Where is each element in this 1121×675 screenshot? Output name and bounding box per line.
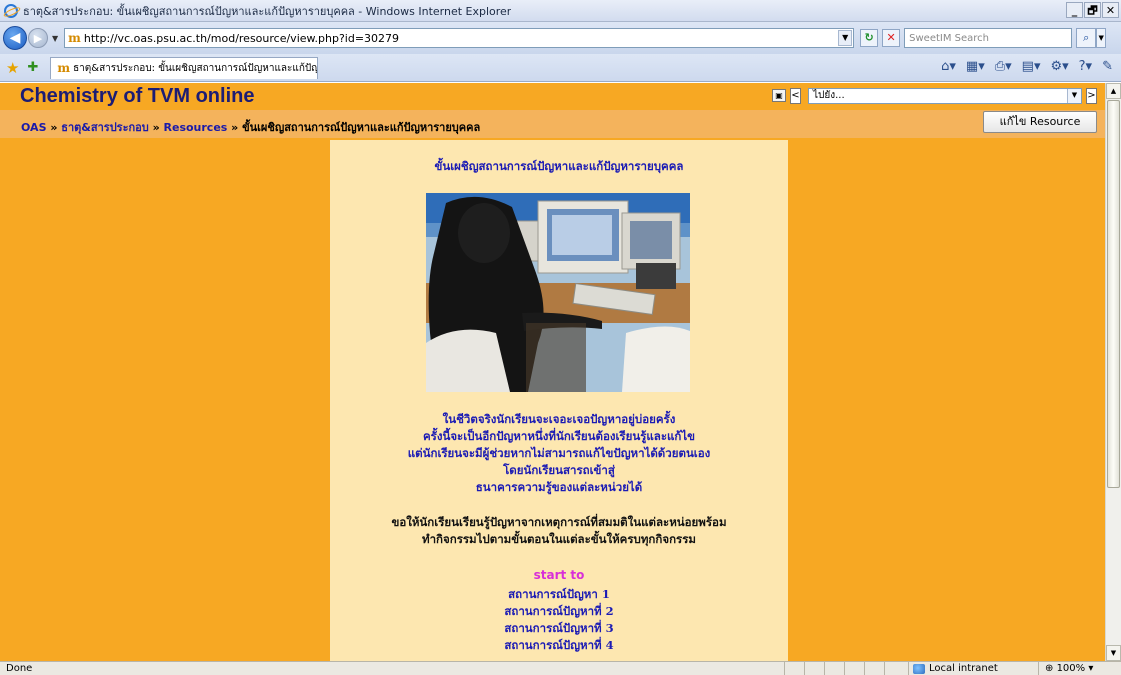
jump-to-select[interactable]: ไปยัง... ▼ bbox=[808, 88, 1082, 104]
print-icon[interactable]: ⎙▾ bbox=[995, 59, 1012, 74]
close-button[interactable]: ✕ bbox=[1102, 2, 1119, 18]
resource-icon: ▣ bbox=[772, 89, 786, 102]
jump-to-value: ไปยัง... bbox=[813, 90, 845, 101]
breadcrumb-course[interactable]: ธาตุ&สารประกอบ bbox=[61, 121, 148, 134]
start-label: start to bbox=[533, 568, 585, 582]
ie-logo-icon bbox=[4, 3, 18, 18]
breadcrumb-current: ขั้นเผชิญสถานการณ์ปัญหาและแก้ปัญหารายบุค… bbox=[242, 121, 481, 134]
tab-current[interactable]: m ธาตุ&สารประกอบ: ขั้นเผชิญสถานการณ์ปัญห… bbox=[50, 56, 319, 79]
vertical-scrollbar[interactable]: ▲ ▼ bbox=[1105, 83, 1121, 661]
restore-button[interactable]: 🗗 bbox=[1084, 2, 1101, 18]
status-bar: Done Local intranet ⊕ 100% ▾ bbox=[0, 661, 1121, 675]
edit-resource-button[interactable]: แก้ไข Resource bbox=[983, 111, 1097, 133]
window-title: ธาตุ&สารประกอบ: ขั้นเผชิญสถานการณ์ปัญหาแ… bbox=[23, 4, 512, 18]
content-panel: ขั้นเผชิญสถานการณ์ปัญหาและแก้ปัญหารายบุค… bbox=[330, 140, 788, 661]
scroll-down-button[interactable]: ▼ bbox=[1106, 645, 1121, 661]
forward-button[interactable]: ▶ bbox=[28, 28, 48, 48]
site-title: Chemistry of TVM online bbox=[20, 85, 255, 107]
page-heading: ขั้นเผชิญสถานการณ์ปัญหาและแก้ปัญหารายบุค… bbox=[434, 159, 684, 173]
address-bar[interactable]: m http://vc.oas.psu.ac.th/mod/resource/v… bbox=[64, 28, 855, 48]
search-options-dropdown-icon[interactable]: ▼ bbox=[1096, 28, 1107, 48]
status-text: Done bbox=[6, 663, 33, 674]
breadcrumb-oas[interactable]: OAS bbox=[21, 121, 47, 134]
student-computer-photo bbox=[426, 193, 690, 392]
search-placeholder: SweetIM Search bbox=[909, 32, 990, 44]
scroll-up-button[interactable]: ▲ bbox=[1106, 83, 1121, 99]
address-dropdown-icon[interactable]: ▼ bbox=[838, 30, 853, 46]
jump-next-button[interactable]: > bbox=[1086, 88, 1097, 104]
help-icon[interactable]: ?▾ bbox=[1079, 59, 1092, 74]
intro-text: ในชีวิตจริงนักเรียนจะเจอะเจอปัญหาอยู่บ่อ… bbox=[407, 412, 711, 494]
zoom-dropdown-icon[interactable]: ▾ bbox=[1085, 663, 1093, 674]
search-button[interactable]: ⌕ bbox=[1076, 28, 1097, 48]
breadcrumb-resources[interactable]: Resources bbox=[164, 121, 228, 134]
feeds-icon[interactable]: ▦▾ bbox=[966, 59, 985, 74]
search-input[interactable]: SweetIM Search bbox=[904, 28, 1073, 48]
tab-favicon-icon: m bbox=[57, 61, 71, 75]
add-favorites-icon[interactable]: ✚ bbox=[27, 60, 38, 75]
navigation-bar: OAS » ธาตุ&สารประกอบ » Resources » ขั้นเ… bbox=[0, 110, 1105, 138]
situation-link-4[interactable]: สถานการณ์ปัญหาที่ 4 bbox=[330, 637, 788, 654]
site-favicon-icon: m bbox=[68, 31, 81, 45]
situation-link-2[interactable]: สถานการณ์ปัญหาที่ 2 bbox=[330, 603, 788, 620]
history-dropdown-icon[interactable]: ▼ bbox=[52, 34, 58, 43]
jump-previous-button[interactable]: < bbox=[790, 88, 801, 104]
site-header: Chemistry of TVM online ▣ < ไปยัง... ▼ > bbox=[0, 83, 1105, 109]
page-icon[interactable]: ▤▾ bbox=[1022, 59, 1041, 74]
zoom-control[interactable]: ⊕ 100% ▾ bbox=[1038, 662, 1093, 675]
zone-label: Local intranet bbox=[929, 663, 998, 674]
situation-links: สถานการณ์ปัญหา 1 สถานการณ์ปัญหาที่ 2 สถา… bbox=[330, 586, 788, 654]
zoom-level: 100% bbox=[1056, 663, 1086, 674]
instruction-text: ขอให้นักเรียนเรียนรู้ปัญหาจากเหตุการณ์ที… bbox=[391, 515, 727, 546]
tools-icon[interactable]: ⚙▾ bbox=[1050, 59, 1068, 74]
situation-link-3[interactable]: สถานการณ์ปัญหาที่ 3 bbox=[330, 620, 788, 637]
command-bar: ⌂▾ ▦▾ ⎙▾ ▤▾ ⚙▾ ?▾ ✎ bbox=[941, 59, 1113, 74]
minimize-button[interactable]: _ bbox=[1066, 2, 1083, 18]
address-url[interactable]: http://vc.oas.psu.ac.th/mod/resource/vie… bbox=[84, 32, 399, 45]
tab-label: ธาตุ&สารประกอบ: ขั้นเผชิญสถานการณ์ปัญหาแ… bbox=[73, 62, 319, 74]
home-icon[interactable]: ⌂▾ bbox=[941, 59, 956, 74]
jump-dropdown-icon[interactable]: ▼ bbox=[1067, 89, 1081, 103]
tab-bar: ★ ✚ m ธาตุ&สารประกอบ: ขั้นเผชิญสถานการณ์… bbox=[0, 54, 1121, 82]
scroll-thumb[interactable] bbox=[1107, 100, 1120, 488]
refresh-button[interactable]: ↻ bbox=[860, 29, 879, 47]
favorites-star-icon[interactable]: ★ bbox=[6, 59, 19, 77]
window-controls: _ 🗗 ✕ bbox=[1066, 2, 1119, 18]
zoom-icon: ⊕ bbox=[1045, 663, 1057, 674]
stop-button[interactable]: ✕ bbox=[882, 29, 901, 47]
research-icon[interactable]: ✎ bbox=[1102, 59, 1113, 74]
page-viewport: Chemistry of TVM online ▣ < ไปยัง... ▼ >… bbox=[0, 83, 1105, 661]
address-toolbar: ◀ ▶ ▼ m http://vc.oas.psu.ac.th/mod/reso… bbox=[0, 22, 1121, 54]
status-cells bbox=[784, 662, 904, 675]
breadcrumb: OAS » ธาตุ&สารประกอบ » Resources » ขั้นเ… bbox=[21, 121, 481, 134]
window-title-bar: ธาตุ&สารประกอบ: ขั้นเผชิญสถานการณ์ปัญหาแ… bbox=[0, 0, 1121, 22]
intranet-globe-icon bbox=[913, 663, 925, 674]
security-zone[interactable]: Local intranet bbox=[908, 662, 998, 675]
back-button[interactable]: ◀ bbox=[3, 26, 27, 50]
situation-link-1[interactable]: สถานการณ์ปัญหา 1 bbox=[330, 586, 788, 603]
